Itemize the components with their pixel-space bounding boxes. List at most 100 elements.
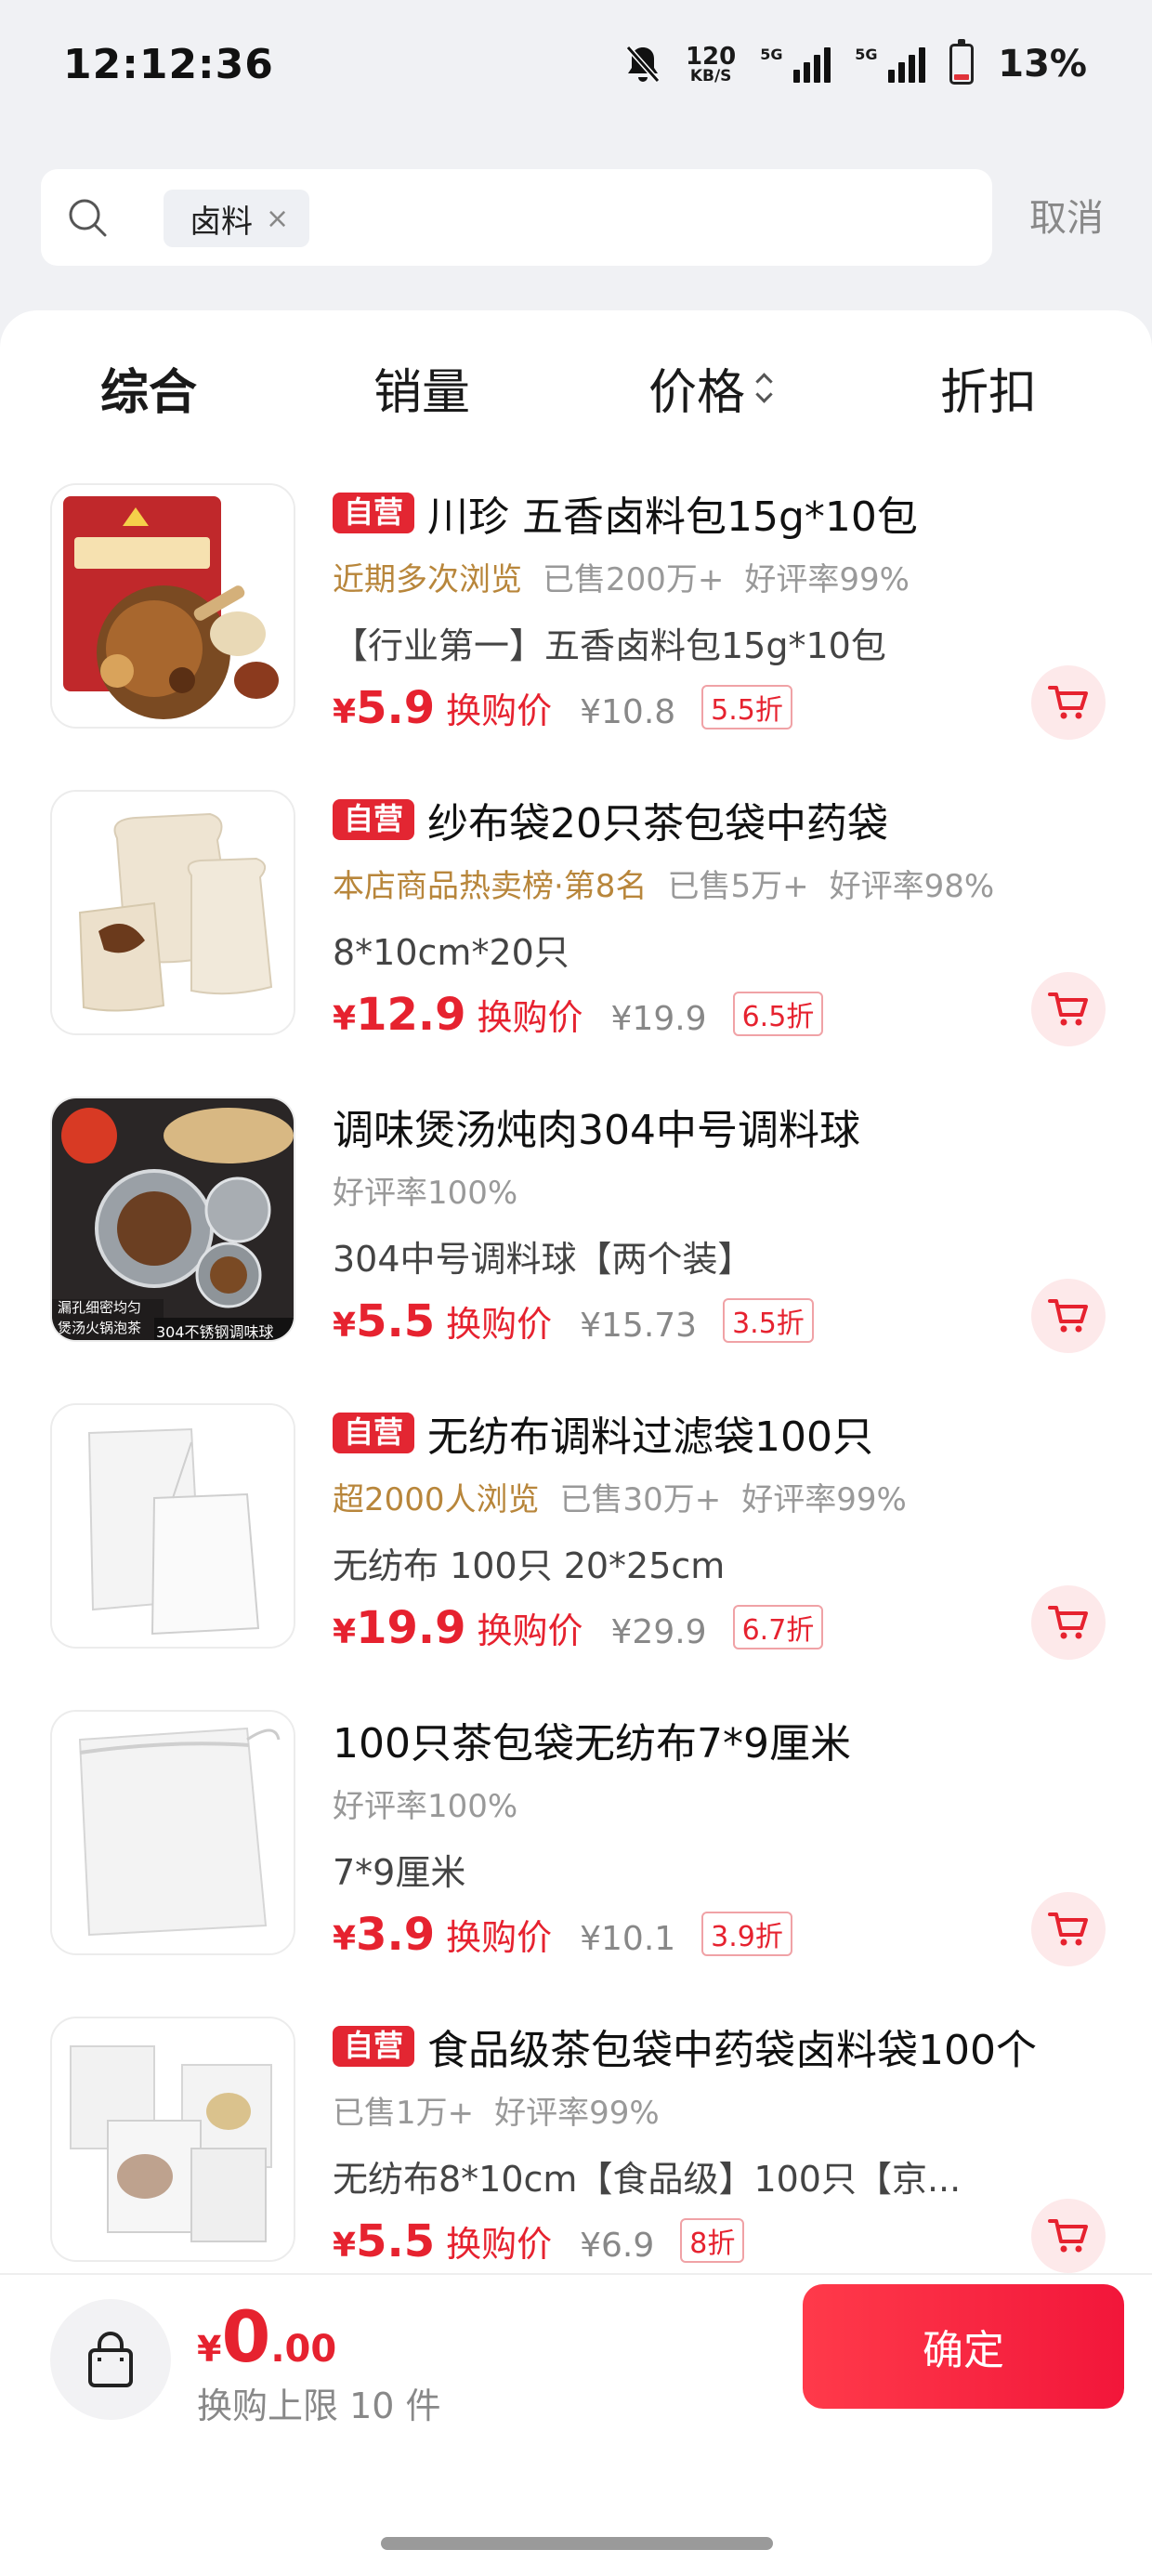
price-label: 换购价	[446, 1304, 553, 1345]
meta-item: 已售200万+	[543, 561, 725, 598]
thumb-caption: 漏孔细密均匀	[58, 1299, 142, 1316]
product-price: ¥ 5.5 换购价 ¥15.73 3.5折	[333, 1295, 814, 1347]
product-price: ¥ 5.5 换购价 ¥6.9 8折	[333, 2215, 745, 2267]
meta-item: 好评率98%	[829, 868, 995, 905]
search-icon	[67, 197, 108, 238]
cart-icon[interactable]	[1031, 2199, 1106, 2273]
product-title[interactable]: 自营 纱布袋20只茶包袋中药袋	[333, 790, 888, 849]
search-keyword: 卤料	[190, 203, 253, 241]
tab-price-label: 价格	[648, 365, 746, 421]
discount-badge: 8折	[680, 2218, 745, 2263]
product-spec: 无纺布 100只 20*25cm	[333, 1545, 726, 1586]
status-time: 12:12:36	[63, 41, 274, 88]
meta-item: 好评率100%	[333, 1788, 518, 1825]
original-price: ¥10.1	[580, 1920, 676, 1958]
price-amount: 12.9	[356, 989, 466, 1041]
bell-off-icon	[624, 44, 661, 85]
discount-badge: 3.9折	[701, 1912, 792, 1956]
cart-icon[interactable]	[1031, 1892, 1106, 1966]
product-price: ¥ 19.9 换购价 ¥29.9 6.7折	[333, 1602, 824, 1654]
status-icons: 120 KB/S 5G 5G 13%	[624, 39, 1087, 85]
meta-item: 好评率99%	[744, 561, 910, 598]
product-meta: 好评率100%	[333, 1167, 517, 1213]
product-image[interactable]: 漏孔细密均匀 煲汤火锅泡茶 304不锈钢调味球	[50, 1097, 295, 1342]
cart-icon[interactable]	[1031, 665, 1106, 740]
product-title-text: 调味煲汤炖肉304中号调料球	[333, 1107, 860, 1154]
meta-highlight: 近期多次浏览	[333, 561, 522, 598]
price-currency: ¥	[333, 1000, 357, 1038]
product-title[interactable]: 调味煲汤炖肉304中号调料球	[333, 1097, 860, 1156]
tab-discount[interactable]: 折扣	[940, 353, 1037, 423]
search-keyword-chip[interactable]: 卤料 ×	[164, 190, 310, 247]
product-title[interactable]: 自营 川珍 五香卤料包15g*10包	[333, 483, 918, 543]
product-title[interactable]: 100只茶包袋无纺布7*9厘米	[333, 1710, 851, 1769]
total-decimal: .00	[270, 2328, 337, 2371]
product-price: ¥ 12.9 换购价 ¥19.9 6.5折	[333, 989, 824, 1041]
product-image[interactable]	[50, 483, 295, 729]
product-image[interactable]	[50, 1403, 295, 1649]
meta-item: 已售1万+	[333, 2095, 475, 2132]
product-meta: 本店商品热卖榜·第8名 已售5万+ 好评率98%	[333, 861, 994, 906]
meta-highlight: 超2000人浏览	[333, 1481, 540, 1518]
home-indicator[interactable]	[381, 2537, 773, 2550]
meta-item: 已售30万+	[559, 1481, 722, 1518]
product-image[interactable]	[50, 1710, 295, 1955]
price-currency: ¥	[333, 693, 357, 731]
price-amount: 5.5	[356, 1295, 436, 1347]
product-meta: 超2000人浏览 已售30万+ 好评率99%	[333, 1474, 907, 1519]
confirm-button[interactable]: 确定	[803, 2284, 1124, 2409]
price-label: 换购价	[477, 1610, 583, 1651]
signal-label: 5G	[760, 46, 783, 63]
status-bar: 12:12:36 120 KB/S 5G 5G 13%	[0, 0, 1152, 139]
product-image[interactable]	[50, 2017, 295, 2262]
product-meta: 近期多次浏览 已售200万+ 好评率99%	[333, 554, 910, 599]
price-currency: ¥	[333, 1307, 357, 1345]
thumb-caption: 煲汤火锅泡茶	[58, 1320, 142, 1336]
discount-badge: 6.7折	[732, 1605, 824, 1649]
product-title[interactable]: 自营 食品级茶包袋中药袋卤料袋100个	[333, 2017, 1037, 2076]
discount-badge: 5.5折	[701, 685, 792, 729]
tab-sales[interactable]: 销量	[373, 353, 470, 423]
self-operated-badge: 自营	[333, 1413, 415, 1453]
product-title-text: 纱布袋20只茶包袋中药袋	[427, 800, 889, 848]
price-label: 换购价	[446, 690, 553, 731]
product-spec: 7*9厘米	[333, 1852, 466, 1893]
net-speed-unit: KB/S	[689, 66, 732, 85]
original-price: ¥10.8	[580, 693, 676, 731]
price-currency: ¥	[333, 1920, 357, 1958]
product-spec: 304中号调料球【两个装】	[333, 1239, 753, 1280]
net-speed: 120 KB/S	[686, 45, 736, 85]
product-title-text: 无纺布调料过滤袋100只	[427, 1413, 873, 1461]
product-title[interactable]: 自营 无纺布调料过滤袋100只	[333, 1403, 873, 1463]
product-price: ¥ 5.9 换购价 ¥10.8 5.5折	[333, 682, 792, 734]
cart-icon[interactable]	[1031, 972, 1106, 1046]
meta-item: 已售5万+	[667, 868, 809, 905]
signal-label: 5G	[855, 46, 878, 63]
price-amount: 5.9	[356, 682, 436, 734]
price-label: 换购价	[446, 1917, 553, 1958]
cancel-button[interactable]: 取消	[1029, 188, 1104, 242]
original-price: ¥19.9	[610, 1000, 707, 1038]
product-image[interactable]	[50, 790, 295, 1035]
product-meta: 已售1万+ 好评率99%	[333, 2087, 660, 2133]
clear-icon[interactable]: ×	[266, 203, 289, 235]
signal-icon: 5G	[855, 46, 926, 83]
tab-comprehensive[interactable]: 综合	[100, 353, 197, 423]
tab-price[interactable]: 价格	[648, 353, 775, 423]
self-operated-badge: 自营	[333, 799, 415, 840]
price-amount: 5.5	[356, 2215, 436, 2267]
meta-item: 好评率99%	[741, 1481, 907, 1518]
shopping-bag-icon[interactable]	[50, 2299, 171, 2420]
product-title-text: 食品级茶包袋中药袋卤料袋100个	[427, 2027, 1037, 2074]
search-bar[interactable]: 卤料 ×	[41, 169, 992, 266]
signal-icon: 5G	[760, 46, 831, 83]
cart-icon[interactable]	[1031, 1279, 1106, 1353]
cart-icon[interactable]	[1031, 1585, 1106, 1660]
product-meta: 好评率100%	[333, 1781, 517, 1826]
product-title-text: 100只茶包袋无纺布7*9厘米	[333, 1720, 851, 1768]
discount-badge: 6.5折	[732, 992, 824, 1036]
original-price: ¥15.73	[580, 1307, 698, 1345]
meta-highlight: 本店商品热卖榜·第8名	[333, 868, 648, 905]
price-currency: ¥	[333, 1613, 357, 1651]
battery-icon	[949, 39, 975, 85]
